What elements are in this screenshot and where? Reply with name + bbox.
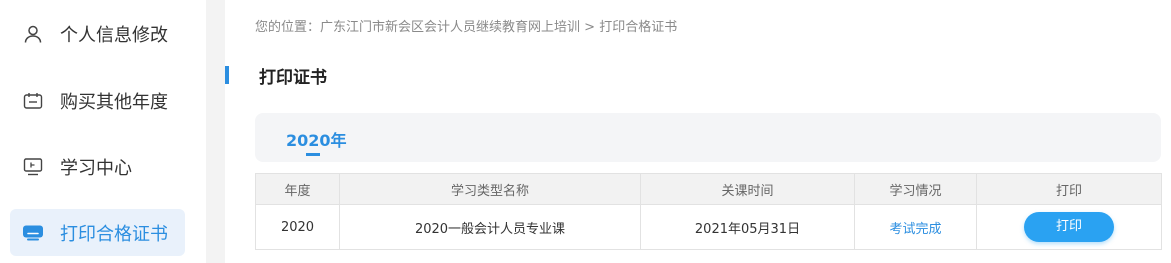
cell-year: 2020 [255, 204, 340, 250]
monitor-icon [22, 156, 44, 178]
certificate-table: 年度 学习类型名称 关课时间 学习情况 打印 2020 2020一般会计人员专业… [255, 173, 1162, 250]
cell-print: 打印 [976, 204, 1162, 250]
cell-course: 2020一般会计人员专业课 [339, 204, 641, 250]
sidebar-item-print-certificate[interactable]: 打印合格证书 [10, 209, 185, 256]
breadcrumb-site-link[interactable]: 广东江门市新会区会计人员继续教育网上培训 [320, 20, 580, 35]
sidebar: 个人信息修改 购买其他年度 学习中心 打印合格证书 [0, 0, 206, 263]
column-header-status: 学习情况 [854, 173, 977, 205]
sidebar-item-label: 个人信息修改 [60, 24, 168, 46]
table-header-row: 年度 学习类型名称 关课时间 学习情况 打印 [255, 173, 1162, 205]
breadcrumb-prefix: 您的位置： [255, 20, 321, 35]
breadcrumb-separator: > [580, 20, 600, 35]
cell-status[interactable]: 考试完成 [854, 204, 977, 250]
calendar-card-icon [22, 90, 44, 112]
cell-close-time: 2021年05月31日 [640, 204, 855, 250]
sidebar-item-label: 学习中心 [60, 157, 132, 179]
print-button[interactable]: 打印 [1024, 212, 1114, 242]
table-row: 2020 2020一般会计人员专业课 2021年05月31日 考试完成 打印 [255, 204, 1162, 250]
tab-year-2020[interactable]: 2020年 [286, 127, 347, 151]
sidebar-item-label: 打印合格证书 [60, 223, 168, 245]
column-header-print: 打印 [976, 173, 1162, 205]
main-content: 您的位置：广东江门市新会区会计人员继续教育网上培训 > 打印合格证书 打印证书 … [225, 0, 1171, 263]
column-header-year: 年度 [255, 173, 340, 205]
breadcrumb: 您的位置：广东江门市新会区会计人员继续教育网上培训 > 打印合格证书 [255, 16, 677, 35]
sidebar-item-learning-center[interactable]: 学习中心 [10, 143, 185, 190]
page-title: 打印证书 [259, 68, 327, 88]
column-header-course: 学习类型名称 [339, 173, 641, 205]
active-tab-indicator [306, 153, 320, 156]
sidebar-item-label: 购买其他年度 [60, 91, 168, 113]
sidebar-divider [206, 0, 225, 263]
user-icon [22, 23, 44, 45]
breadcrumb-current: 打印合格证书 [599, 20, 678, 35]
sidebar-item-buy-years[interactable]: 购买其他年度 [10, 77, 185, 124]
column-header-close-time: 关课时间 [640, 173, 855, 205]
certificate-card-icon [22, 222, 44, 244]
sidebar-item-profile[interactable]: 个人信息修改 [10, 10, 185, 57]
section-accent-bar [225, 66, 229, 84]
year-tab-panel: 2020年 [255, 113, 1161, 162]
